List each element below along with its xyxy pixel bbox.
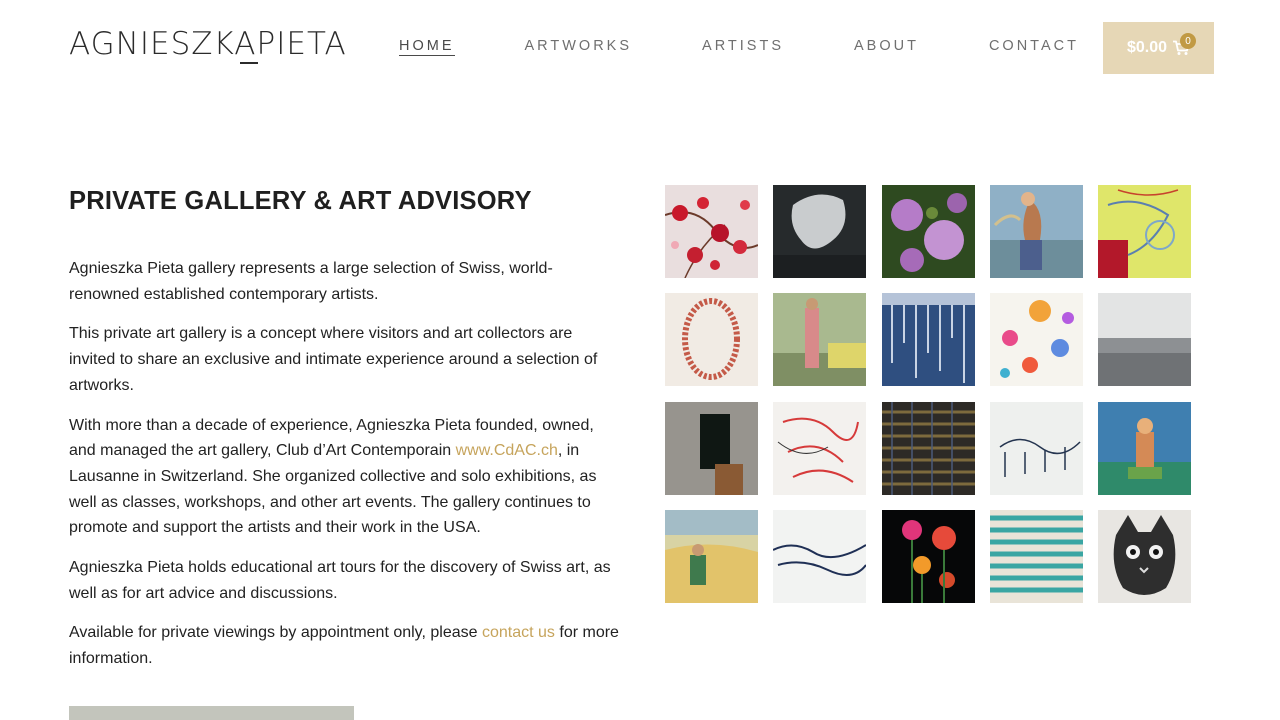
artwork-gallery bbox=[665, 185, 1192, 603]
artwork-dark-bouquet[interactable] bbox=[881, 509, 975, 603]
main-nav: HOME ARTWORKS ARTISTS ABOUT CONTACT bbox=[399, 38, 1079, 56]
artwork-red-sketch[interactable] bbox=[773, 401, 867, 495]
artwork-ink-sketch[interactable] bbox=[989, 401, 1083, 495]
artwork-ink-landscape[interactable] bbox=[773, 509, 867, 603]
intro-paragraph-3: With more than a decade of experience, A… bbox=[69, 413, 619, 542]
intro-paragraph-1: Agnieszka Pieta gallery represents a lar… bbox=[69, 260, 553, 303]
artwork-dark-doorway[interactable] bbox=[665, 401, 758, 495]
logo-underline bbox=[240, 62, 258, 64]
artwork-gray-landscape[interactable] bbox=[1098, 293, 1192, 387]
artwork-seated-woman[interactable] bbox=[1098, 401, 1192, 495]
logo-text: AGNIESZKAPIETA bbox=[69, 28, 359, 60]
cart-total: $0.00 bbox=[1127, 39, 1168, 56]
artwork-red-circle-drawing[interactable] bbox=[665, 293, 758, 387]
nav-home[interactable]: HOME bbox=[399, 38, 455, 56]
p5-text-before: Available for private viewings by appoin… bbox=[69, 624, 482, 642]
artwork-blue-drips[interactable] bbox=[881, 293, 975, 387]
nav-contact[interactable]: CONTACT bbox=[989, 38, 1079, 56]
intro-section: PRIVATE GALLERY & ART ADVISORY Agnieszka… bbox=[69, 187, 619, 686]
logo-text-second: PIETA bbox=[256, 26, 347, 62]
cart-button[interactable]: $0.00 0 bbox=[1103, 22, 1214, 74]
artwork-cat-portrait[interactable] bbox=[1098, 509, 1192, 603]
artwork-golfer[interactable] bbox=[989, 185, 1083, 278]
artwork-woman-in-field[interactable] bbox=[665, 509, 758, 603]
cart-count-badge: 0 bbox=[1180, 33, 1196, 49]
intro-paragraph-4: Agnieszka Pieta holds educational art to… bbox=[69, 559, 611, 602]
artwork-lilac-flowers[interactable] bbox=[881, 185, 975, 278]
artwork-striped-abstract[interactable] bbox=[881, 401, 975, 495]
artwork-red-blossoms[interactable] bbox=[665, 185, 758, 278]
contact-us-link[interactable]: contact us bbox=[482, 624, 555, 641]
artwork-teal-stripes[interactable] bbox=[989, 509, 1083, 603]
artwork-yellow-abstract[interactable] bbox=[1098, 185, 1192, 278]
intro-paragraph-5: Available for private viewings by appoin… bbox=[69, 620, 619, 671]
logo-text-first: AGNIESZKA bbox=[69, 26, 257, 62]
site-logo[interactable]: AGNIESZKAPIETA bbox=[69, 28, 359, 68]
artwork-figure-with-car[interactable] bbox=[773, 293, 867, 387]
nav-artworks[interactable]: ARTWORKS bbox=[525, 38, 633, 56]
artwork-dark-abstract[interactable] bbox=[773, 185, 867, 278]
cta-button[interactable] bbox=[69, 706, 354, 720]
nav-artists[interactable]: ARTISTS bbox=[702, 38, 784, 56]
cdac-link[interactable]: www.CdAC.ch bbox=[456, 442, 558, 459]
page-title: PRIVATE GALLERY & ART ADVISORY bbox=[69, 187, 532, 215]
artwork-colorful-flowers[interactable] bbox=[989, 293, 1083, 387]
intro-paragraph-2: This private art gallery is a concept wh… bbox=[69, 325, 598, 394]
nav-about[interactable]: ABOUT bbox=[854, 38, 919, 56]
